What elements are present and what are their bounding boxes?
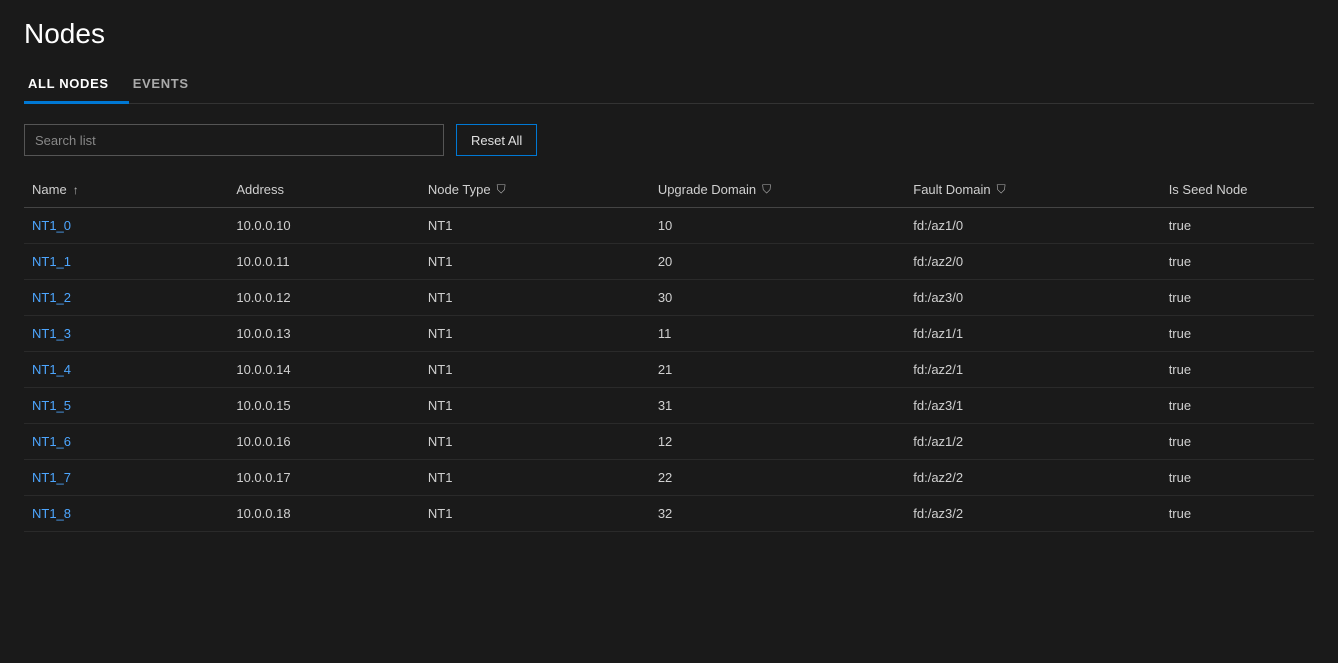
node-link-3[interactable]: NT1_3: [32, 326, 71, 341]
col-header-name: Name ↑: [24, 172, 228, 208]
col-header-nodetype: Node Type ⛉: [420, 172, 650, 208]
cell-upgrade-1: 20: [650, 244, 905, 280]
cell-seed-4: true: [1161, 352, 1314, 388]
node-link-2[interactable]: NT1_2: [32, 290, 71, 305]
nodes-table: Name ↑ Address Node Type ⛉: [24, 172, 1314, 532]
cell-seed-7: true: [1161, 460, 1314, 496]
cell-nodetype-8: NT1: [420, 496, 650, 532]
cell-fault-7: fd:/az2/2: [905, 460, 1160, 496]
cell-name-8: NT1_8: [24, 496, 228, 532]
cell-nodetype-4: NT1: [420, 352, 650, 388]
reset-all-button[interactable]: Reset All: [456, 124, 537, 156]
node-link-1[interactable]: NT1_1: [32, 254, 71, 269]
page-title: Nodes: [24, 18, 1314, 50]
cell-address-8: 10.0.0.18: [228, 496, 420, 532]
cell-nodetype-1: NT1: [420, 244, 650, 280]
cell-address-3: 10.0.0.13: [228, 316, 420, 352]
cell-fault-1: fd:/az2/0: [905, 244, 1160, 280]
cell-address-1: 10.0.0.11: [228, 244, 420, 280]
table-row: NT1_3 10.0.0.13 NT1 11 fd:/az1/1 true: [24, 316, 1314, 352]
cell-address-7: 10.0.0.17: [228, 460, 420, 496]
cell-fault-6: fd:/az1/2: [905, 424, 1160, 460]
cell-fault-0: fd:/az1/0: [905, 208, 1160, 244]
cell-seed-6: true: [1161, 424, 1314, 460]
col-header-upgrade: Upgrade Domain ⛉: [650, 172, 905, 208]
table-row: NT1_7 10.0.0.17 NT1 22 fd:/az2/2 true: [24, 460, 1314, 496]
table-row: NT1_1 10.0.0.11 NT1 20 fd:/az2/0 true: [24, 244, 1314, 280]
cell-name-7: NT1_7: [24, 460, 228, 496]
cell-nodetype-6: NT1: [420, 424, 650, 460]
node-link-4[interactable]: NT1_4: [32, 362, 71, 377]
node-link-8[interactable]: NT1_8: [32, 506, 71, 521]
cell-address-4: 10.0.0.14: [228, 352, 420, 388]
cell-address-2: 10.0.0.12: [228, 280, 420, 316]
cell-seed-0: true: [1161, 208, 1314, 244]
cell-name-3: NT1_3: [24, 316, 228, 352]
cell-upgrade-2: 30: [650, 280, 905, 316]
tab-events[interactable]: EVENTS: [129, 66, 209, 104]
content-area: Reset All Name ↑ Address Node Typ: [0, 104, 1338, 552]
node-link-0[interactable]: NT1_0: [32, 218, 71, 233]
cell-name-1: NT1_1: [24, 244, 228, 280]
node-link-6[interactable]: NT1_6: [32, 434, 71, 449]
filter-upgrade-icon[interactable]: ⛉: [762, 182, 771, 197]
cell-upgrade-6: 12: [650, 424, 905, 460]
cell-nodetype-2: NT1: [420, 280, 650, 316]
cell-fault-3: fd:/az1/1: [905, 316, 1160, 352]
table-row: NT1_0 10.0.0.10 NT1 10 fd:/az1/0 true: [24, 208, 1314, 244]
table-body: NT1_0 10.0.0.10 NT1 10 fd:/az1/0 true NT…: [24, 208, 1314, 532]
table-row: NT1_6 10.0.0.16 NT1 12 fd:/az1/2 true: [24, 424, 1314, 460]
cell-nodetype-3: NT1: [420, 316, 650, 352]
cell-upgrade-8: 32: [650, 496, 905, 532]
tab-bar: ALL NODES EVENTS: [24, 66, 1314, 104]
filter-nodetype-icon[interactable]: ⛉: [497, 182, 506, 197]
cell-name-4: NT1_4: [24, 352, 228, 388]
cell-address-6: 10.0.0.16: [228, 424, 420, 460]
search-input[interactable]: [24, 124, 444, 156]
cell-address-5: 10.0.0.15: [228, 388, 420, 424]
cell-fault-4: fd:/az2/1: [905, 352, 1160, 388]
cell-upgrade-5: 31: [650, 388, 905, 424]
cell-seed-8: true: [1161, 496, 1314, 532]
filter-fault-icon[interactable]: ⛉: [997, 182, 1006, 197]
col-header-fault: Fault Domain ⛉: [905, 172, 1160, 208]
cell-address-0: 10.0.0.10: [228, 208, 420, 244]
cell-upgrade-3: 11: [650, 316, 905, 352]
table-row: NT1_2 10.0.0.12 NT1 30 fd:/az3/0 true: [24, 280, 1314, 316]
cell-name-5: NT1_5: [24, 388, 228, 424]
cell-seed-3: true: [1161, 316, 1314, 352]
cell-fault-2: fd:/az3/0: [905, 280, 1160, 316]
cell-name-2: NT1_2: [24, 280, 228, 316]
cell-name-6: NT1_6: [24, 424, 228, 460]
table-row: NT1_4 10.0.0.14 NT1 21 fd:/az2/1 true: [24, 352, 1314, 388]
cell-fault-8: fd:/az3/2: [905, 496, 1160, 532]
cell-nodetype-0: NT1: [420, 208, 650, 244]
cell-upgrade-4: 21: [650, 352, 905, 388]
cell-fault-5: fd:/az3/1: [905, 388, 1160, 424]
toolbar: Reset All: [24, 124, 1314, 156]
cell-seed-5: true: [1161, 388, 1314, 424]
node-link-7[interactable]: NT1_7: [32, 470, 71, 485]
cell-upgrade-0: 10: [650, 208, 905, 244]
cell-upgrade-7: 22: [650, 460, 905, 496]
node-link-5[interactable]: NT1_5: [32, 398, 71, 413]
cell-seed-2: true: [1161, 280, 1314, 316]
table-row: NT1_8 10.0.0.18 NT1 32 fd:/az3/2 true: [24, 496, 1314, 532]
cell-name-0: NT1_0: [24, 208, 228, 244]
table-row: NT1_5 10.0.0.15 NT1 31 fd:/az3/1 true: [24, 388, 1314, 424]
cell-seed-1: true: [1161, 244, 1314, 280]
cell-nodetype-5: NT1: [420, 388, 650, 424]
table-header: Name ↑ Address Node Type ⛉: [24, 172, 1314, 208]
cell-nodetype-7: NT1: [420, 460, 650, 496]
sort-icon[interactable]: ↑: [73, 183, 79, 197]
col-header-address: Address: [228, 172, 420, 208]
tab-all-nodes[interactable]: ALL NODES: [24, 66, 129, 104]
page-header: Nodes ALL NODES EVENTS: [0, 0, 1338, 104]
col-header-seed: Is Seed Node: [1161, 172, 1314, 208]
